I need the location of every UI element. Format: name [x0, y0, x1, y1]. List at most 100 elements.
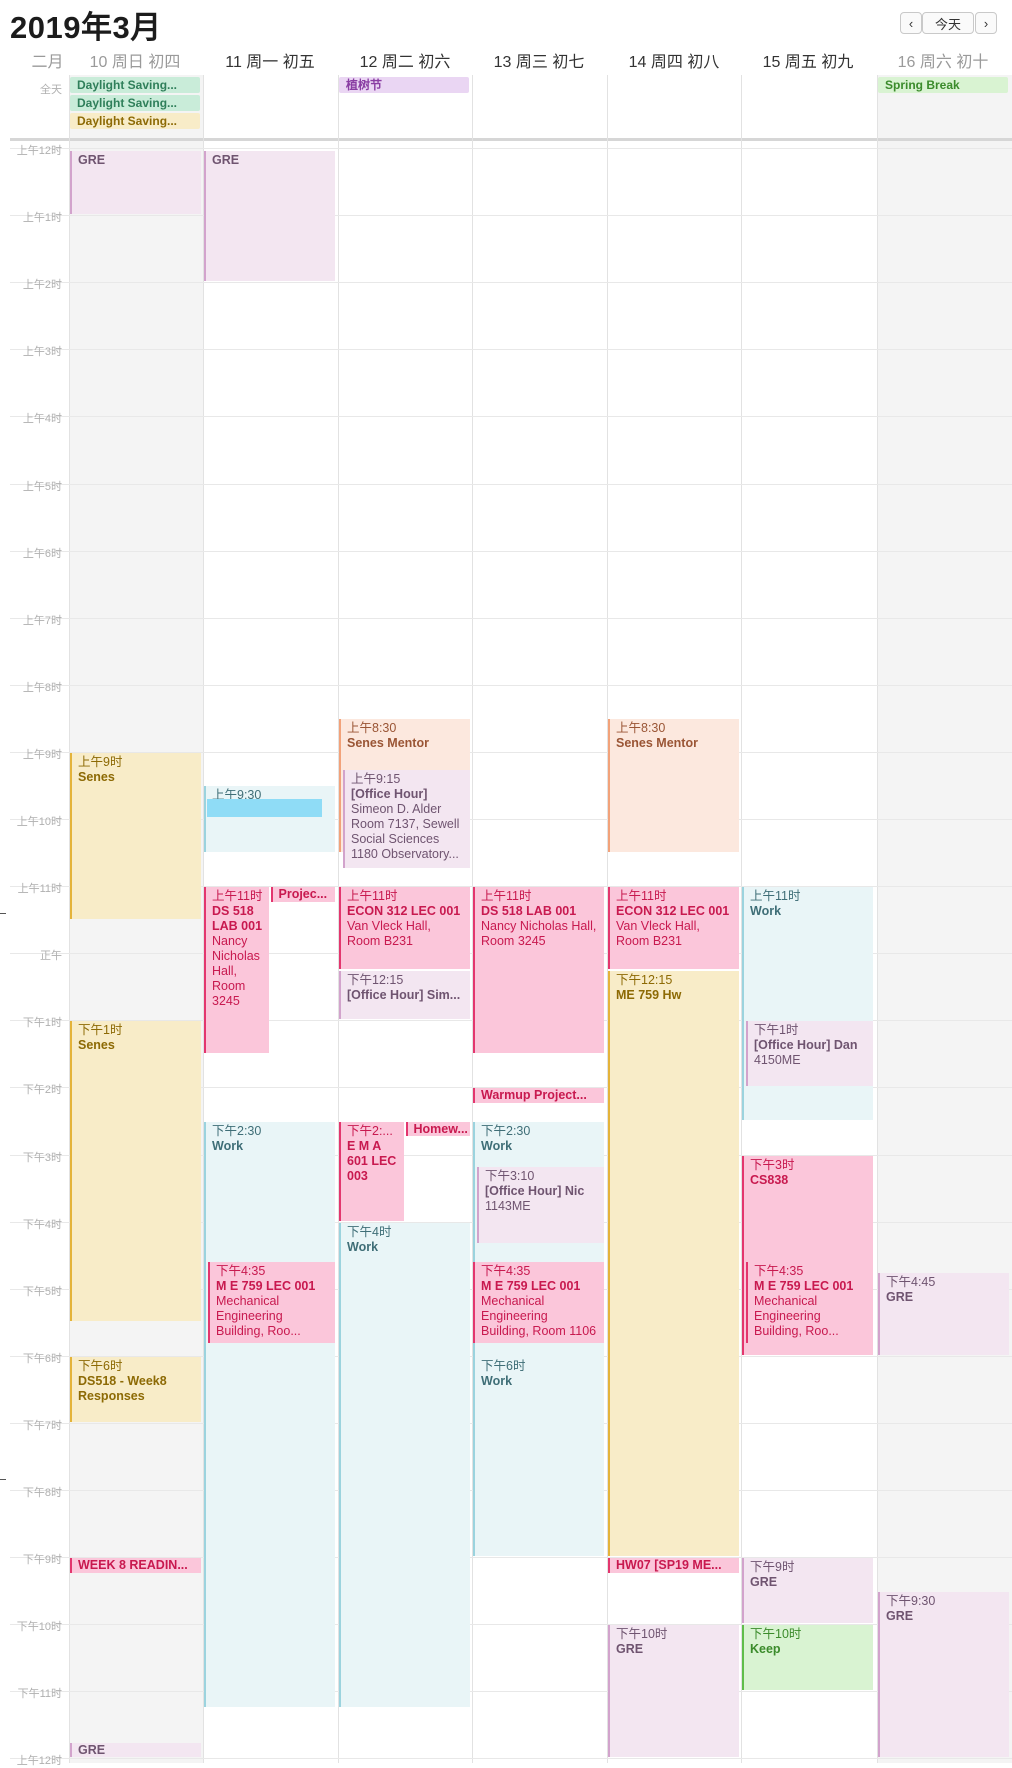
event-title: [Office Hour]	[350, 786, 428, 801]
current-time-marker-2	[0, 1479, 6, 1480]
calendar-event-project-mon[interactable]: Projec...	[270, 887, 335, 902]
event-time: 下午9:30	[886, 1593, 936, 1608]
hour-line	[10, 148, 1012, 149]
hour-label: 下午6时	[22, 1352, 62, 1365]
calendar-event-ds518-wed[interactable]: 上午11时 DS 518 LAB 001 Nancy Nicholas Hall, …	[473, 887, 604, 1053]
calendar-event-gre-fri-eve[interactable]: 下午9时 GRE	[742, 1558, 873, 1624]
day-header-thu[interactable]: 14 周四 初八	[607, 48, 741, 71]
hour-label: 上午5时	[22, 480, 62, 493]
calendar-event-econ-thu[interactable]: 上午11时 ECON 312 LEC 001 Van Vleck Hall, Roo…	[608, 887, 739, 969]
calendar-event-senes-sun-pm[interactable]: 下午1时 Senes	[70, 1021, 201, 1322]
current-time-marker	[0, 913, 6, 914]
calendar-event-warmup-wed[interactable]: Warmup Project...	[473, 1088, 604, 1104]
calendar-event-homew-tue[interactable]: Homew...	[405, 1121, 470, 1136]
event-title: E M A 601 LEC 003	[347, 1138, 397, 1183]
calendar-event-work-wed-eve[interactable]: 下午6时 Work	[473, 1356, 604, 1557]
calendar-event-ds518-sun[interactable]: 下午6时 DS518 - Week8 Responses	[70, 1356, 201, 1422]
event-time: 下午2:30	[212, 1123, 262, 1138]
hour-line	[10, 483, 1012, 485]
allday-event[interactable]: Spring Break	[878, 77, 1008, 93]
calendar-event-senes-sun-am[interactable]: 上午9时 Senes	[70, 752, 201, 919]
calendar-event-ds518-mon[interactable]: 上午11时 DS 518 LAB 001 Nancy Nicholas Hall, …	[204, 887, 269, 1053]
calendar-grid[interactable]: 全天 上午12时 上午1时 上午2时 上午3时 上午4时 上午5时 上午6时 上午7时 上午8时…	[0, 75, 1012, 1767]
event-time: 上午9:15	[350, 771, 401, 786]
calendar-event-me759-fri[interactable]: 下午4:35 M E 759 LEC 001 Mechanical Engineer…	[745, 1261, 873, 1344]
calendar-event-gre-sat-pm[interactable]: 下午4:45 GRE	[878, 1272, 1009, 1355]
hour-label: 下午2时	[22, 1084, 62, 1097]
calendar-event-ema-tue[interactable]: 下午2:... E M A 601 LEC 003	[339, 1121, 404, 1221]
event-time: 下午6时	[78, 1358, 123, 1373]
day-header-wed[interactable]: 13 周三 初七	[472, 48, 606, 71]
next-week-button[interactable]: ›	[975, 12, 997, 34]
calendar-event-gre-sun-late[interactable]: GRE	[70, 1742, 201, 1758]
day-header-mon[interactable]: 11 周一 初五	[203, 48, 337, 71]
event-time: 下午10时	[616, 1627, 668, 1642]
calendar-event-work-tue[interactable]: 下午4时 Work	[339, 1222, 470, 1708]
today-button[interactable]: 今天	[922, 12, 974, 34]
event-detail: Van Vleck Hall, Room B231	[347, 919, 431, 949]
calendar-event-senes-mentor-thu[interactable]: 上午8:30 Senes Mentor	[608, 719, 739, 852]
allday-event[interactable]: Daylight Saving...	[70, 95, 200, 111]
calendar-event-gre-mon[interactable]: GRE	[204, 151, 335, 282]
hour-label: 下午10时	[16, 1621, 62, 1634]
calendar-event-me759-mon[interactable]: 下午4:35 M E 759 LEC 001 Mechanical Engineer…	[207, 1261, 335, 1344]
event-detail: Nancy Nicholas Hall, Room 3245	[212, 934, 260, 1009]
calendar-event-me759-wed[interactable]: 下午4:35 M E 759 LEC 001 Mechanical Engineer…	[473, 1261, 604, 1344]
event-title: GRE	[886, 1289, 914, 1304]
calendar-event-econ-tue[interactable]: 上午11时 ECON 312 LEC 001 Van Vleck Hall, Roo…	[339, 887, 470, 969]
calendar-event-office-wed[interactable]: 下午3:10 [Office Hour] Nic 1143ME	[476, 1166, 604, 1243]
allday-label: 全天	[40, 84, 62, 96]
day-header-sun[interactable]: 10 周日 初四	[68, 48, 202, 71]
hour-label: 正午	[40, 950, 62, 963]
calendar-event-hw07-thu[interactable]: HW07 [SP19 ME...	[608, 1558, 739, 1573]
allday-event[interactable]: Daylight Saving...	[70, 113, 200, 129]
event-detail: Nancy Nicholas Hall, Room 3245	[481, 919, 597, 949]
gutter-month-label: 二月	[31, 54, 64, 71]
hour-line	[10, 684, 1012, 686]
allday-event[interactable]: 植树节	[339, 77, 469, 93]
calendar-event-gre-sat-eve[interactable]: 下午9:30 GRE	[878, 1591, 1009, 1758]
event-time: 下午4:35	[481, 1263, 531, 1278]
event-time: 下午4:35	[215, 1263, 266, 1278]
event-time: 上午9时	[78, 754, 123, 769]
day-header-fri[interactable]: 15 周五 初九	[741, 48, 875, 71]
hour-label: 上午11时	[17, 883, 62, 896]
calendar-event-week8-sun[interactable]: WEEK 8 READIN...	[70, 1558, 201, 1573]
day-header-sat[interactable]: 16 周六 初十	[876, 48, 1010, 71]
calendar-event-me759hw-thu[interactable]: 下午12:15 ME 759 Hw	[608, 970, 739, 1557]
hour-label: 下午8时	[22, 1487, 62, 1499]
event-title: GRE	[616, 1642, 644, 1657]
hour-label: 下午11时	[17, 1688, 62, 1701]
drag-selection-bar[interactable]	[207, 798, 322, 817]
event-time: 下午12:15	[347, 972, 404, 987]
hour-line	[10, 617, 1012, 619]
weekend-column-sun	[69, 75, 203, 1763]
calendar-event-work-mon[interactable]: 下午2:30 Work	[204, 1121, 335, 1708]
event-title: GRE	[78, 153, 106, 167]
event-detail: 1143ME	[484, 1198, 531, 1213]
event-detail: Mechanical Engineering Building, Roo...	[215, 1293, 301, 1338]
allday-event[interactable]: Daylight Saving...	[70, 77, 200, 93]
calendar-event-gre-thu-eve[interactable]: 下午10时 GRE	[608, 1625, 739, 1758]
hour-label: 上午3时	[22, 346, 62, 359]
event-time: 下午4:45	[886, 1274, 936, 1289]
event-time: 下午12:15	[616, 972, 673, 987]
calendar-event-office-tue-pm[interactable]: 下午12:15 [Office Hour] Sim...	[339, 970, 470, 1020]
calendar-event-keep-fri[interactable]: 下午10时 Keep	[742, 1625, 873, 1691]
prev-week-button[interactable]: ‹	[900, 12, 922, 34]
calendar-event-office-tue[interactable]: 上午9:15 [Office Hour] Simeon D. Alder Room …	[342, 769, 470, 869]
event-title: Senes	[78, 769, 115, 784]
calendar-event-gre-sun[interactable]: GRE	[70, 151, 201, 215]
day-header-tue[interactable]: 12 周二 初六	[338, 48, 472, 71]
calendar-event-office-fri[interactable]: 下午1时 [Office Hour] Dan 4150ME	[745, 1021, 873, 1087]
calendar-event-meeting-mon[interactable]: 上午9:30Meeting	[204, 786, 335, 852]
event-detail: Van Vleck Hall, Room B231	[616, 919, 700, 949]
event-title: GRE	[886, 1608, 914, 1623]
month-title: 2019年3月	[10, 10, 162, 45]
event-detail: Mechanical Engineering Building, Room 11…	[481, 1293, 597, 1338]
hour-label: 上午1时	[22, 212, 62, 225]
event-title: [Office Hour] Dan	[753, 1038, 858, 1053]
hour-line	[10, 1691, 1012, 1693]
event-time: 下午6时	[481, 1358, 526, 1373]
hour-label: 上午9时	[22, 748, 62, 761]
